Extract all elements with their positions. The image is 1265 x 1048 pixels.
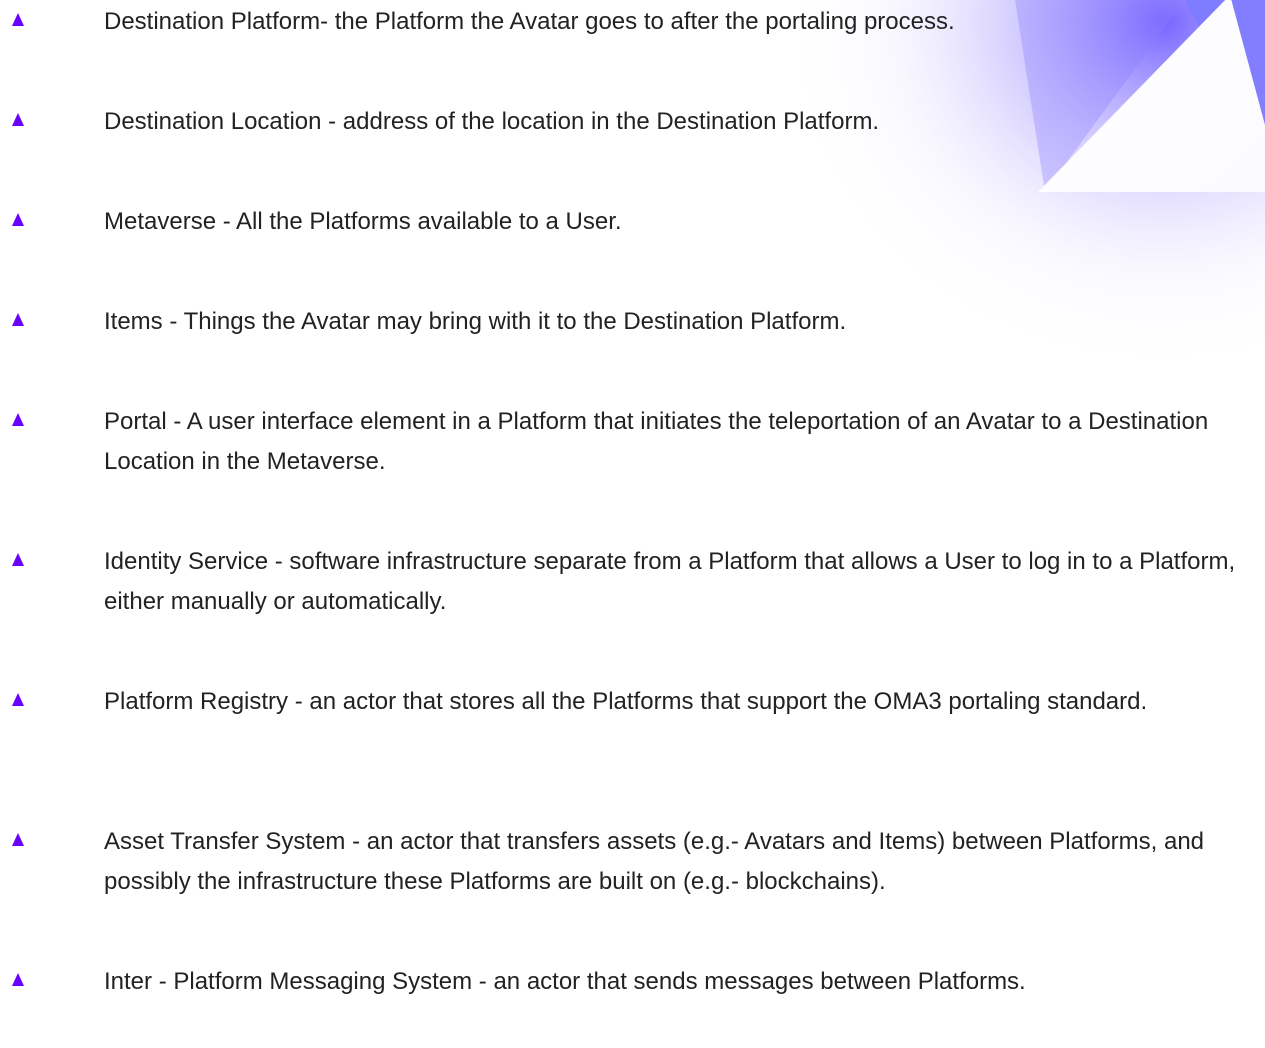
definition-text: Destination Location - address of the lo… (104, 108, 880, 135)
triangle-bullet-icon (12, 833, 24, 846)
definition-text: Items - Things the Avatar may bring with… (104, 308, 847, 335)
triangle-bullet-icon (12, 113, 24, 126)
triangle-bullet-icon (12, 313, 24, 326)
triangle-bullet-icon (12, 973, 24, 986)
definition-text: Portal - A user interface element in a P… (104, 408, 1209, 475)
definition-text: Identity Service - software infrastructu… (104, 548, 1236, 615)
triangle-bullet-icon (12, 213, 24, 226)
definition-text: Asset Transfer System - an actor that tr… (104, 828, 1205, 895)
definition-text: Metaverse - All the Platforms available … (104, 208, 622, 235)
definition-text: Platform Registry - an actor that stores… (104, 688, 1148, 715)
definition-text: Destination Platform- the Platform the A… (104, 8, 955, 35)
definition-text: Inter - Platform Messaging System - an a… (104, 968, 1026, 995)
triangle-bullet-icon (12, 693, 24, 706)
triangle-bullet-icon (12, 553, 24, 566)
triangle-bullet-icon (12, 413, 24, 426)
triangle-bullet-icon (12, 13, 24, 26)
